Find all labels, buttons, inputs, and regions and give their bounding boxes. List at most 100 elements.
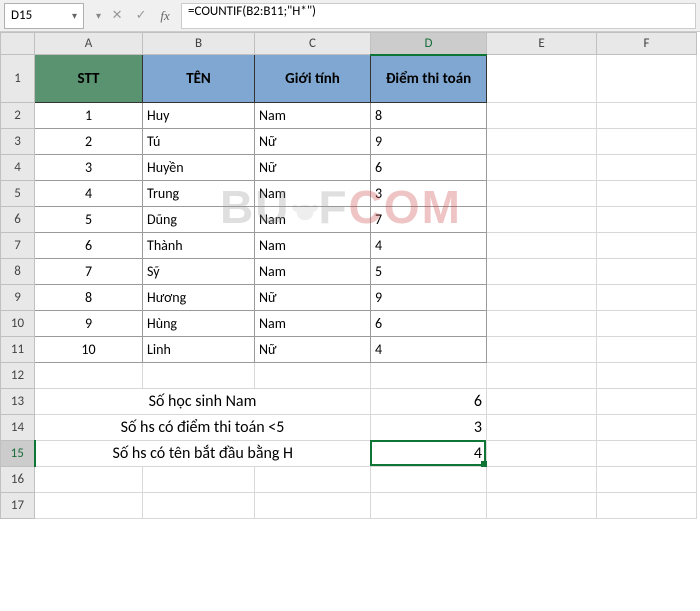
table-header-diem[interactable]: Điểm thi toán [371,55,487,103]
cell-ten[interactable]: Huy [143,103,255,129]
cell-stt[interactable]: 3 [35,155,143,181]
cell-C16[interactable] [255,467,371,493]
cell-stt[interactable]: 2 [35,129,143,155]
cell-empty[interactable] [487,259,597,285]
formula-dropdown-icon[interactable]: ▾ [96,9,101,22]
cell-empty[interactable] [487,311,597,337]
row-header-17[interactable]: 17 [1,493,35,519]
cell-empty[interactable] [487,129,597,155]
cell-gt[interactable]: Nữ [255,337,371,363]
cell-stt[interactable]: 4 [35,181,143,207]
cell-gt[interactable]: Nam [255,103,371,129]
cell-A16[interactable] [35,467,143,493]
cell-stt[interactable]: 1 [35,103,143,129]
cell-F13[interactable] [597,389,697,415]
cell-stt[interactable]: 5 [35,207,143,233]
cell-ten[interactable]: Tú [143,129,255,155]
table-header-gioitinh[interactable]: Giới tính [255,55,371,103]
cell-empty[interactable] [597,155,697,181]
cell-E16[interactable] [487,467,597,493]
row-header-8[interactable]: 8 [1,259,35,285]
row-header-12[interactable]: 12 [1,363,35,389]
cell-E17[interactable] [487,493,597,519]
cell-gt[interactable]: Nam [255,311,371,337]
cell-empty[interactable] [597,233,697,259]
formula-input[interactable]: =COUNTIF(B2:B11;"H*") [181,3,696,29]
cell-D12[interactable] [371,363,487,389]
select-all-corner[interactable] [1,33,35,55]
cell-diem[interactable]: 5 [371,259,487,285]
row-header-7[interactable]: 7 [1,233,35,259]
cell-D17[interactable] [371,493,487,519]
summary-value-2[interactable]: 3 [371,415,487,441]
row-header-10[interactable]: 10 [1,311,35,337]
cell-empty[interactable] [597,103,697,129]
cell-ten[interactable]: Linh [143,337,255,363]
col-header-D[interactable]: D [371,33,487,55]
cell-gt[interactable]: Nam [255,259,371,285]
row-header-6[interactable]: 6 [1,207,35,233]
cell-empty[interactable] [487,103,597,129]
col-header-C[interactable]: C [255,33,371,55]
row-header-14[interactable]: 14 [1,415,35,441]
table-header-stt[interactable]: STT [35,55,143,103]
summary-label-1[interactable]: Số học sinh Nam [35,389,371,415]
enter-icon[interactable]: ✓ [133,8,149,23]
cell-stt[interactable]: 9 [35,311,143,337]
row-header-1[interactable]: 1 [1,55,35,103]
cell-stt[interactable]: 8 [35,285,143,311]
cell-B12[interactable] [143,363,255,389]
cell-E15[interactable] [487,441,597,467]
cell-C17[interactable] [255,493,371,519]
col-header-F[interactable]: F [597,33,697,55]
cell-diem[interactable]: 4 [371,233,487,259]
col-header-B[interactable]: B [143,33,255,55]
col-header-E[interactable]: E [487,33,597,55]
cell-F12[interactable] [597,363,697,389]
cell-E13[interactable] [487,389,597,415]
cell-ten[interactable]: Sỹ [143,259,255,285]
row-header-13[interactable]: 13 [1,389,35,415]
row-header-3[interactable]: 3 [1,129,35,155]
cell-stt[interactable]: 7 [35,259,143,285]
cell-gt[interactable]: Nam [255,207,371,233]
cell-diem[interactable]: 9 [371,285,487,311]
row-header-2[interactable]: 2 [1,103,35,129]
cell-E1[interactable] [487,55,597,103]
cell-stt[interactable]: 6 [35,233,143,259]
cell-empty[interactable] [597,129,697,155]
cell-F15[interactable] [597,441,697,467]
cell-E12[interactable] [487,363,597,389]
name-box-dropdown-icon[interactable]: ▾ [72,9,77,22]
cell-ten[interactable]: Dũng [143,207,255,233]
cell-B16[interactable] [143,467,255,493]
cell-D16[interactable] [371,467,487,493]
cell-stt[interactable]: 10 [35,337,143,363]
row-header-16[interactable]: 16 [1,467,35,493]
cell-F16[interactable] [597,467,697,493]
cell-C12[interactable] [255,363,371,389]
cell-diem[interactable]: 6 [371,155,487,181]
cell-gt[interactable]: Nam [255,181,371,207]
cell-diem[interactable]: 7 [371,207,487,233]
cell-diem[interactable]: 6 [371,311,487,337]
cell-B17[interactable] [143,493,255,519]
row-header-11[interactable]: 11 [1,337,35,363]
cell-gt[interactable]: Nam [255,233,371,259]
cell-empty[interactable] [487,155,597,181]
cell-gt[interactable]: Nữ [255,129,371,155]
cell-E14[interactable] [487,415,597,441]
cell-empty[interactable] [487,181,597,207]
name-box[interactable]: D15 ▾ [4,3,84,29]
cell-empty[interactable] [597,311,697,337]
cell-F1[interactable] [597,55,697,103]
row-header-4[interactable]: 4 [1,155,35,181]
cell-diem[interactable]: 4 [371,337,487,363]
row-header-9[interactable]: 9 [1,285,35,311]
cell-empty[interactable] [597,337,697,363]
cell-empty[interactable] [487,285,597,311]
cell-diem[interactable]: 8 [371,103,487,129]
cell-diem[interactable]: 9 [371,129,487,155]
row-header-5[interactable]: 5 [1,181,35,207]
cell-ten[interactable]: Hương [143,285,255,311]
